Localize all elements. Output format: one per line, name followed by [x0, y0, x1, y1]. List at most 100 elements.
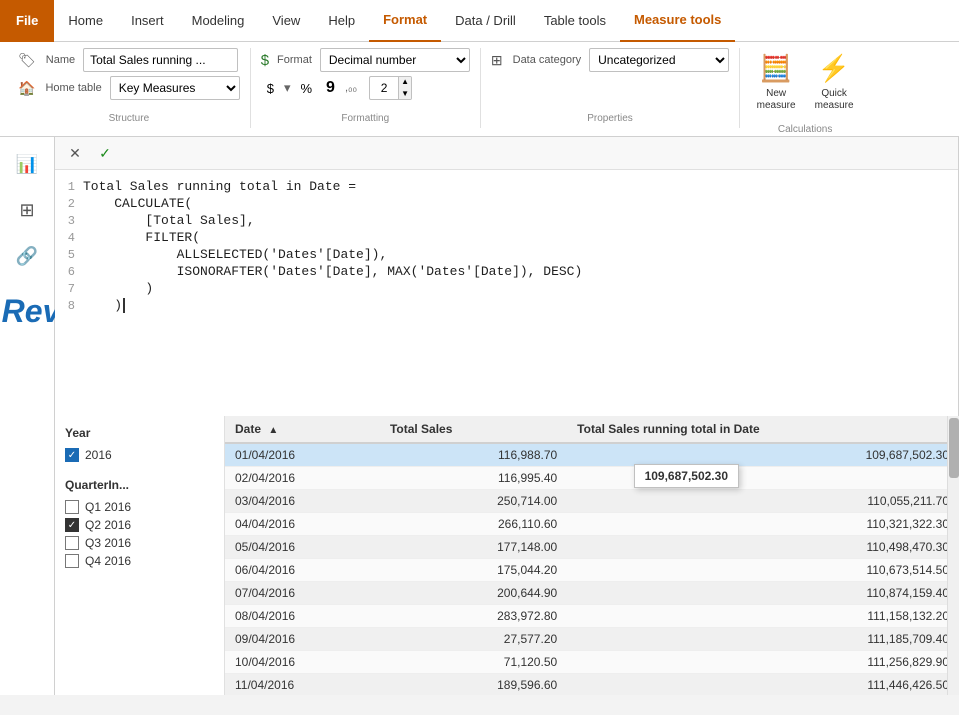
ribbon-group-formatting: $ Format Decimal number $ ▾ % 9 ,₀₀ ▲ ▼ — [251, 48, 481, 128]
menu-table-tools[interactable]: Table tools — [530, 0, 620, 42]
ribbon-group-calculations: 🧮 New measure ⚡ Quick measure Calculatio… — [740, 48, 870, 139]
table-row[interactable]: 01/04/2016 116,988.70 109,687,502.30 — [225, 443, 959, 467]
table-row[interactable]: 05/04/2016 177,148.00 110,498,470.30 — [225, 536, 959, 559]
totalsales-cell: 177,148.00 — [380, 536, 567, 559]
name-label: Name — [46, 54, 75, 66]
menu-modeling[interactable]: Modeling — [178, 0, 259, 42]
q2-2016-item[interactable]: Q2 2016 — [65, 518, 214, 532]
totalsales-cell: 116,995.40 — [380, 467, 567, 490]
runningtotal-cell: 111,446,426.50 — [567, 674, 959, 696]
main-area: 📊 ⊞ 🔗 Rev ✕ ✓ 1Total Sales running total… — [0, 137, 959, 695]
name-icon: 🏷 — [18, 52, 36, 69]
stepper-down[interactable]: ▼ — [398, 88, 411, 100]
menu-measure-tools[interactable]: Measure tools — [620, 0, 735, 42]
year-2016-item[interactable]: 2016 — [65, 448, 214, 462]
runningtotal-cell: 109,687,502.30 — [567, 443, 959, 467]
decimal-stepper[interactable]: ▲ ▼ — [369, 76, 412, 100]
runningtotal-cell: 111,256,829.90 — [567, 651, 959, 674]
menu-home[interactable]: Home — [54, 0, 117, 42]
totalsales-cell: 283,972.80 — [380, 605, 567, 628]
table-row[interactable]: 02/04/2016 116,995.40 — [225, 467, 959, 490]
menu-file[interactable]: File — [0, 0, 54, 42]
format-buttons: $ ▾ % 9 ,₀₀ — [261, 76, 357, 100]
close-button[interactable]: ✕ — [63, 141, 87, 165]
sort-arrow: ▲ — [268, 425, 278, 436]
q3-2016-item[interactable]: Q3 2016 — [65, 536, 214, 550]
line-content: [Total Sales], — [83, 213, 255, 228]
table-row[interactable]: 10/04/2016 71,120.50 111,256,829.90 — [225, 651, 959, 674]
format-dropdown[interactable]: Decimal number — [320, 48, 470, 72]
q1-label: Q1 2016 — [85, 500, 131, 514]
q3-label: Q3 2016 — [85, 536, 131, 550]
line-number: 1 — [55, 179, 83, 194]
comma-button[interactable]: 9 — [320, 76, 341, 100]
confirm-button[interactable]: ✓ — [93, 141, 117, 165]
decimal-separator: ,₀₀ — [345, 82, 357, 94]
sidebar-model-icon[interactable]: 🔗 — [8, 237, 46, 275]
q2-label: Q2 2016 — [85, 518, 131, 532]
code-line: 1Total Sales running total in Date = — [55, 178, 958, 195]
q1-2016-item[interactable]: Q1 2016 — [65, 500, 214, 514]
code-line: 6 ISONORAFTER('Dates'[Date], MAX('Dates'… — [55, 263, 958, 280]
menu-data-drill[interactable]: Data / Drill — [441, 0, 530, 42]
percent-button[interactable]: % — [294, 76, 318, 100]
line-content: ALLSELECTED('Dates'[Date]), — [83, 247, 387, 262]
data-table: Date ▲ Total Sales Total Sales running t… — [225, 416, 959, 695]
quick-measure-icon: ⚡ — [818, 53, 850, 84]
line-content: ) — [83, 298, 125, 313]
hometable-dropdown[interactable]: Key Measures — [110, 76, 240, 100]
line-content: Total Sales running total in Date = — [83, 179, 356, 194]
ribbon-group-properties: ⊞ Data category Uncategorized Properties — [481, 48, 740, 128]
totalsales-column-header[interactable]: Total Sales — [380, 416, 567, 443]
dropdown-arrow[interactable]: ▾ — [284, 80, 291, 96]
ribbon-format-row: $ Format Decimal number — [261, 48, 470, 72]
date-column-header[interactable]: Date ▲ — [225, 416, 380, 443]
sidebar-report-icon[interactable]: 📊 — [8, 145, 46, 183]
menu-view[interactable]: View — [258, 0, 314, 42]
decimal-input[interactable] — [370, 81, 398, 95]
q4-checkbox[interactable] — [65, 554, 79, 568]
date-cell: 04/04/2016 — [225, 513, 380, 536]
quick-measure-button[interactable]: ⚡ Quick measure — [808, 48, 860, 116]
line-number: 6 — [55, 264, 83, 279]
new-measure-button[interactable]: 🧮 New measure — [750, 48, 802, 116]
q3-checkbox[interactable] — [65, 536, 79, 550]
year-2016-checkbox[interactable] — [65, 448, 79, 462]
ribbon-datacategory-row: ⊞ Data category Uncategorized — [491, 48, 729, 72]
table-scrollbar[interactable] — [947, 416, 959, 695]
table-row[interactable]: 06/04/2016 175,044.20 110,673,514.50 — [225, 559, 959, 582]
menu-help[interactable]: Help — [314, 0, 369, 42]
stepper-up[interactable]: ▲ — [398, 76, 411, 88]
q4-2016-item[interactable]: Q4 2016 — [65, 554, 214, 568]
date-cell: 03/04/2016 — [225, 490, 380, 513]
name-input[interactable] — [83, 48, 238, 72]
ribbon-name-row: 🏷 Name — [18, 48, 238, 72]
scrollbar-thumb[interactable] — [949, 418, 959, 478]
date-cell: 11/04/2016 — [225, 674, 380, 696]
currency-button[interactable]: $ — [261, 76, 280, 100]
runningtotal-column-header[interactable]: Total Sales running total in Date — [567, 416, 959, 443]
sidebar-table-icon[interactable]: ⊞ — [8, 191, 46, 229]
q1-checkbox[interactable] — [65, 500, 79, 514]
table-row[interactable]: 09/04/2016 27,577.20 111,185,709.40 — [225, 628, 959, 651]
code-line: 5 ALLSELECTED('Dates'[Date]), — [55, 246, 958, 263]
totalsales-cell: 266,110.60 — [380, 513, 567, 536]
q2-checkbox[interactable] — [65, 518, 79, 532]
totalsales-cell: 175,044.20 — [380, 559, 567, 582]
new-measure-label: New measure — [754, 88, 798, 112]
line-content: CALCULATE( — [83, 196, 192, 211]
structure-label: Structure — [18, 109, 240, 124]
code-editor[interactable]: 1Total Sales running total in Date =2 CA… — [55, 170, 958, 416]
menu-insert[interactable]: Insert — [117, 0, 178, 42]
filter-spacer — [65, 466, 214, 478]
datacategory-dropdown[interactable]: Uncategorized — [589, 48, 729, 72]
table-row[interactable]: 03/04/2016 250,714.00 110,055,211.70 — [225, 490, 959, 513]
table-row[interactable]: 07/04/2016 200,644.90 110,874,159.40 — [225, 582, 959, 605]
calculations-label: Calculations — [750, 120, 860, 135]
table-row[interactable]: 11/04/2016 189,596.60 111,446,426.50 — [225, 674, 959, 696]
line-number: 2 — [55, 196, 83, 211]
table-row[interactable]: 08/04/2016 283,972.80 111,158,132.20 — [225, 605, 959, 628]
menu-format[interactable]: Format — [369, 0, 441, 42]
table-row[interactable]: 04/04/2016 266,110.60 110,321,322.30 — [225, 513, 959, 536]
table-header-row: Date ▲ Total Sales Total Sales running t… — [225, 416, 959, 443]
